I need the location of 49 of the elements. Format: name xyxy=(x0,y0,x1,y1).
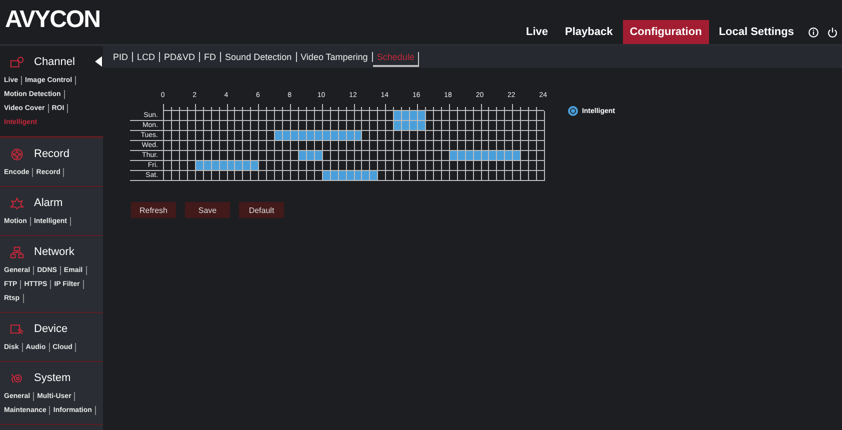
tab[interactable]: LCD xyxy=(133,52,160,62)
schedule-cell[interactable] xyxy=(291,131,299,140)
network-icon xyxy=(10,246,24,258)
action-button[interactable]: Save xyxy=(185,202,230,218)
schedule-cell[interactable] xyxy=(418,121,426,130)
nav-tab[interactable]: Live xyxy=(518,20,555,44)
alarm-icon xyxy=(10,196,24,210)
section-title[interactable]: Channel xyxy=(34,56,75,68)
schedule-cell[interactable] xyxy=(235,161,244,170)
schedule-cell[interactable] xyxy=(513,151,522,160)
section-title[interactable]: Device xyxy=(34,323,68,335)
device-icon xyxy=(10,322,24,336)
nav-tab[interactable]: Local Settings xyxy=(712,20,801,44)
section-title[interactable]: Alarm xyxy=(34,197,63,209)
schedule-cell[interactable] xyxy=(243,161,252,170)
section-title[interactable]: Record xyxy=(34,148,70,160)
schedule-cell[interactable] xyxy=(394,121,402,130)
schedule-cell[interactable] xyxy=(283,131,291,140)
action-button[interactable]: Default xyxy=(239,202,284,218)
gear-icon xyxy=(10,372,24,384)
tab[interactable]: Video Tampering xyxy=(296,52,373,62)
schedule-cell[interactable] xyxy=(410,121,418,130)
schedule-cell[interactable] xyxy=(402,111,410,120)
schedule-cell[interactable] xyxy=(402,121,410,130)
info-icon[interactable] xyxy=(808,26,819,38)
nav-tab[interactable]: Configuration xyxy=(622,20,709,44)
schedule-cell[interactable] xyxy=(489,151,498,160)
section-title[interactable]: System xyxy=(34,372,71,384)
schedule-cell[interactable] xyxy=(362,171,370,180)
tab[interactable]: PID xyxy=(109,52,134,62)
schedule-cell[interactable] xyxy=(418,111,426,120)
tab[interactable]: FD xyxy=(200,52,222,62)
radio-button[interactable] xyxy=(568,106,578,116)
logo: AVYCON xyxy=(5,6,100,34)
schedule-cell[interactable] xyxy=(275,131,284,140)
schedule-cell[interactable] xyxy=(410,111,418,120)
tab[interactable]: Sound Detection xyxy=(221,52,297,62)
schedule-cell[interactable] xyxy=(394,111,402,120)
power-icon[interactable] xyxy=(827,26,838,38)
action-button[interactable]: Refresh xyxy=(131,202,176,218)
section-title[interactable]: Network xyxy=(34,246,74,258)
schedule-cell[interactable] xyxy=(497,151,506,160)
nav-tab[interactable]: Playback xyxy=(558,20,620,44)
schedule-cell[interactable] xyxy=(370,171,378,180)
schedule-cell[interactable] xyxy=(251,161,260,170)
camera-icon xyxy=(10,56,24,68)
film-reel-icon xyxy=(10,148,24,160)
schedule-cell[interactable] xyxy=(505,151,514,160)
tab[interactable]: PD&VD xyxy=(160,52,200,62)
